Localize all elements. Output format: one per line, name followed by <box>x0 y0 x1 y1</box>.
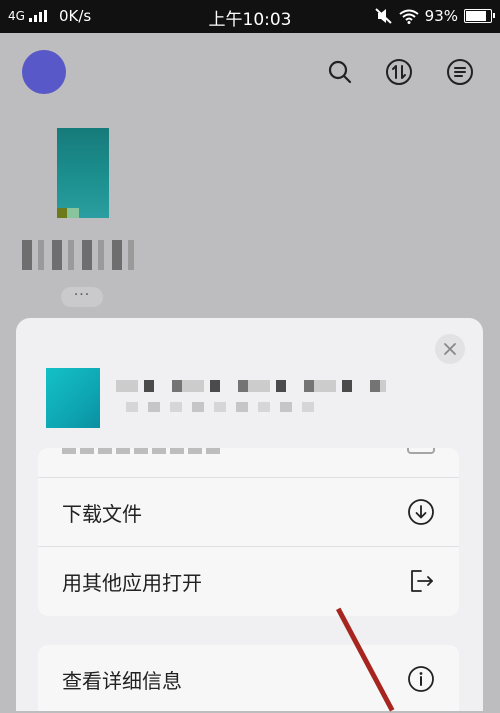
list-item-partial[interactable] <box>38 448 459 478</box>
download-label: 下载文件 <box>62 501 142 526</box>
close-icon <box>444 343 456 355</box>
menu-icon[interactable] <box>446 58 474 86</box>
more-button[interactable]: ··· <box>61 287 103 307</box>
close-button[interactable] <box>435 334 465 364</box>
info-icon <box>408 666 434 692</box>
file-thumbnail[interactable] <box>57 128 109 218</box>
status-bar: 4G 0K/s 上午10:03 93% <box>0 0 500 33</box>
blurred-file-meta <box>126 402 316 412</box>
mute-icon <box>374 8 392 24</box>
thumbnail-pixel <box>57 208 67 218</box>
file-type-icon <box>46 368 100 428</box>
partial-icon <box>407 448 435 454</box>
open-with-label: 用其他应用打开 <box>62 570 202 595</box>
details-card: 查看详细信息 <box>38 645 459 711</box>
open-external-icon <box>411 570 433 592</box>
blurred-file-name <box>22 240 140 270</box>
file-header <box>46 368 456 428</box>
view-details-label: 查看详细信息 <box>62 668 182 693</box>
open-with-button[interactable]: 用其他应用打开 <box>38 547 459 615</box>
battery-percent: 93% <box>424 7 458 25</box>
search-icon[interactable] <box>326 58 354 86</box>
sort-icon[interactable] <box>385 58 413 86</box>
action-card: 下载文件 用其他应用打开 <box>38 448 459 616</box>
view-details-button[interactable]: 查看详细信息 <box>38 645 459 713</box>
battery-icon <box>464 9 495 23</box>
blurred-file-title <box>116 380 386 392</box>
thumbnail-pixel <box>67 208 79 218</box>
battery-fill <box>466 11 487 21</box>
avatar[interactable] <box>22 50 66 94</box>
download-icon <box>408 499 434 525</box>
download-button[interactable]: 下载文件 <box>38 478 459 546</box>
partial-label <box>62 448 222 454</box>
status-right: 93% <box>374 7 495 25</box>
wifi-icon <box>399 9 419 24</box>
